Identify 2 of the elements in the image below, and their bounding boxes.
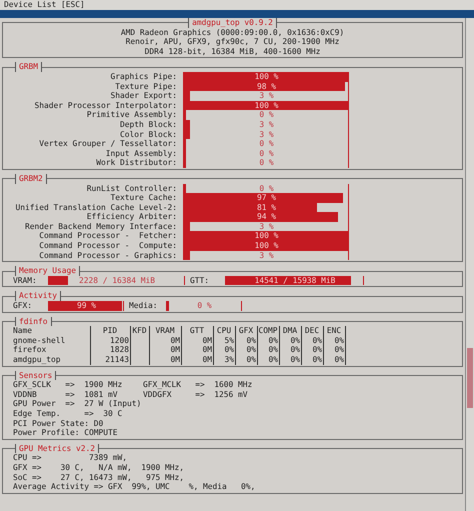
scrollbar[interactable] <box>465 18 474 511</box>
scrollbar-thumb[interactable] <box>467 348 473 408</box>
